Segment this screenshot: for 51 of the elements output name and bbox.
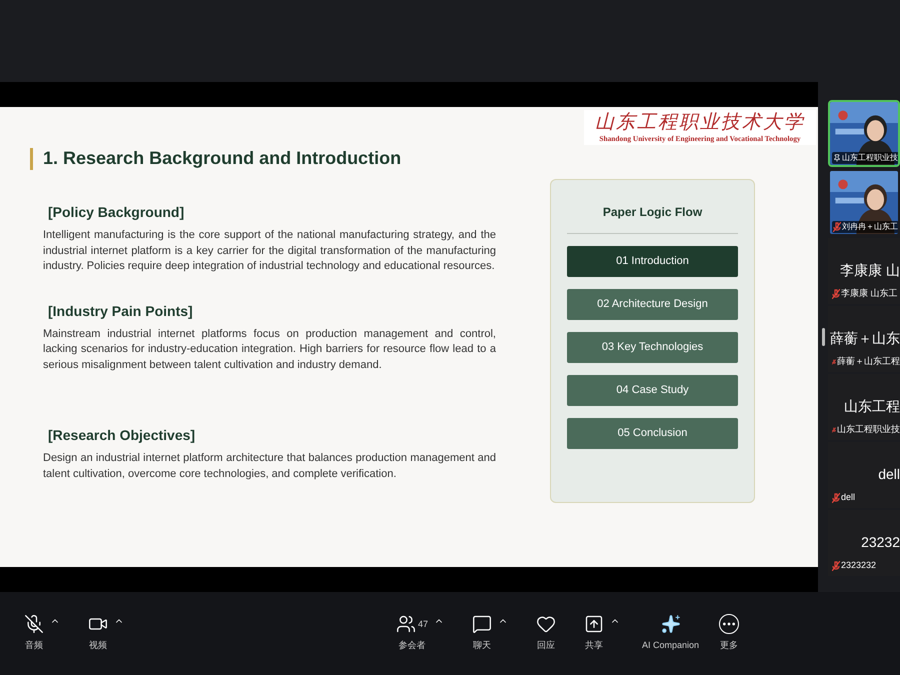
- participant-count: 47: [418, 618, 428, 630]
- section-paragraph: Mainstream industrial internet platforms focus on production management and control, lacking scenarios for industry-education integration. High barriers for resource flow lead to a serious misalignment between talent cultivation and industry demand.: [43, 326, 496, 372]
- section-heading: [Research Objectives]: [47, 426, 196, 445]
- chat-bubble-icon: [472, 614, 492, 634]
- toolbar-button[interactable]: 视频: [88, 614, 108, 653]
- logo-chinese-text: 山东工程职业技术大学: [595, 111, 805, 134]
- section-heading: [Policy Background]: [47, 203, 186, 222]
- flow-step: 02 Architecture Design: [567, 289, 738, 320]
- sparkle-icon: [660, 614, 681, 634]
- toolbar-button[interactable]: 聊天: [472, 614, 492, 653]
- muted-microphone-icon: [24, 614, 44, 634]
- more-icon: [719, 614, 740, 634]
- toolbar-button[interactable]: 更多: [719, 614, 740, 653]
- share-screen-icon: [584, 614, 604, 634]
- muted-microphone-icon: [832, 560, 840, 571]
- toolbar-button[interactable]: 回应: [536, 614, 556, 653]
- participant-name: dell: [878, 465, 900, 484]
- participant-label: 李康康 山东工: [841, 287, 898, 300]
- section-paragraph: Design an industrial internet platform architecture that balances production management and talent cultivation, overcome core technologies, and complete verification.: [43, 451, 496, 482]
- participant-label: dell: [841, 491, 856, 504]
- people-icon: [396, 614, 416, 634]
- slide-title: 1. Research Background and Introduction: [43, 147, 402, 170]
- muted-microphone-icon: [833, 222, 841, 232]
- participant-name: 山东工程: [844, 397, 900, 416]
- flow-title: Paper Logic Flow: [602, 204, 702, 221]
- flow-step: 05 Conclusion: [567, 418, 738, 449]
- flow-step: 04 Case Study: [567, 375, 738, 406]
- muted-microphone-icon: [832, 356, 836, 367]
- toolbar-button[interactable]: 音频: [24, 614, 44, 653]
- participant-label: 2323232: [841, 559, 876, 572]
- participant-label: 薛蘅＋山东工程: [837, 355, 900, 368]
- participant-name: 李康康 山: [840, 261, 900, 280]
- flow-step: 03 Key Technologies: [567, 332, 738, 363]
- flow-step: 01 Introduction: [567, 246, 738, 277]
- muted-microphone-icon: [832, 424, 836, 435]
- panel-resize-handle[interactable]: [822, 328, 824, 346]
- section-paragraph: Intelligent manufacturing is the core support of the national manufacturing strategy, and the industrial internet platform is a key carrier for the digital transformation of the manufacturing industry. Policies require deep integration of industrial technology and educational resources.: [43, 228, 496, 274]
- participant-name: 23232: [861, 533, 900, 552]
- participant-label: 刘冉冉＋山东工: [842, 221, 898, 233]
- heart-icon: [536, 614, 556, 634]
- toolbar-button[interactable]: 共享: [584, 614, 604, 653]
- participant-name: 薛蘅＋山东: [830, 329, 900, 348]
- muted-microphone-icon: [832, 288, 840, 299]
- toolbar-button[interactable]: AI Companion: [642, 614, 700, 653]
- participant-label: 山东工程职业技: [842, 152, 898, 164]
- section-heading: [Industry Pain Points]: [47, 302, 194, 321]
- participant-label: 山东工程职业技: [837, 423, 900, 436]
- toolbar-button[interactable]: 47 参会者: [396, 614, 428, 653]
- video-tile[interactable]: 刘冉冉＋山东工: [828, 169, 900, 236]
- muted-microphone-icon: [832, 492, 840, 503]
- video-tile[interactable]: 山东工程职业技: [828, 100, 900, 167]
